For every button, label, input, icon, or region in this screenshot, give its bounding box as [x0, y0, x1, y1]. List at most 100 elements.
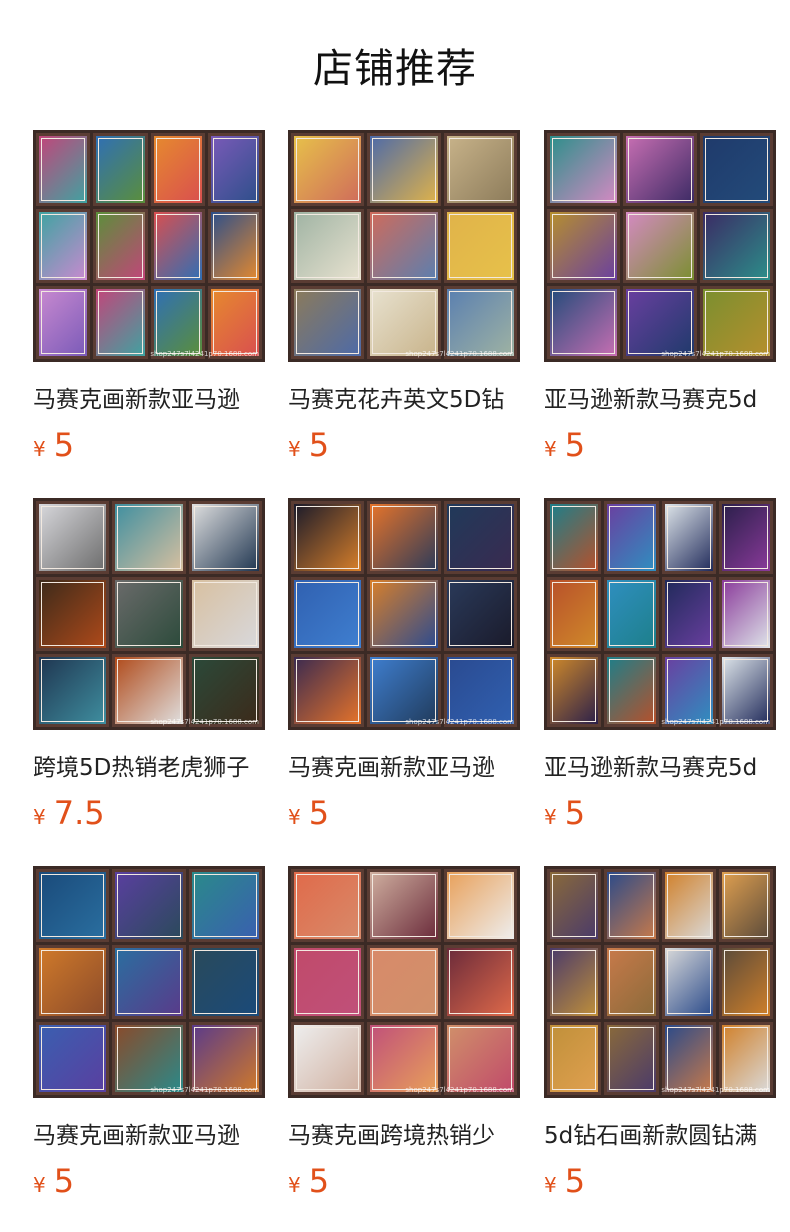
product-image-tile	[36, 133, 91, 207]
product-image-tile	[36, 577, 110, 651]
product-image[interactable]: shop247s7l4241p70.1688.com	[33, 866, 265, 1098]
product-image[interactable]: shop247s7l4241p70.1688.com	[33, 130, 265, 362]
product-image-tile	[718, 501, 773, 575]
price-value: 5	[53, 426, 75, 464]
watermark-text: shop247s7l4241p70.1688.com	[150, 718, 259, 726]
watermark-text: shop247s7l4241p70.1688.com	[661, 718, 770, 726]
product-image-tile	[547, 945, 602, 1019]
product-card[interactable]: shop247s7l4241p70.1688.com 马赛克花卉英文5D钻 ¥5	[288, 130, 523, 464]
product-image-tile	[547, 285, 621, 359]
product-image[interactable]: shop247s7l4241p70.1688.com	[544, 498, 776, 730]
product-image-tile	[93, 209, 148, 283]
product-image-tile	[188, 653, 262, 727]
product-image-tile	[291, 501, 365, 575]
product-image-tile	[547, 501, 602, 575]
product-image[interactable]: shop247s7l4241p70.1688.com	[33, 498, 265, 730]
product-image-tile	[547, 1021, 602, 1095]
product-image-tile	[367, 653, 441, 727]
product-image-tile	[367, 209, 441, 283]
product-image[interactable]: shop247s7l4241p70.1688.com	[544, 866, 776, 1098]
product-image-tile	[36, 653, 110, 727]
product-image-tile	[291, 1021, 365, 1095]
product-card[interactable]: shop247s7l4241p70.1688.com 亚马逊新款马赛克5d ¥5	[544, 130, 779, 464]
currency-symbol: ¥	[288, 437, 301, 461]
product-image-tile	[661, 869, 716, 943]
product-image-tile	[604, 577, 659, 651]
product-image-tile	[604, 869, 659, 943]
product-image-tile	[291, 133, 365, 207]
product-image-tile	[150, 285, 205, 359]
currency-symbol: ¥	[33, 1173, 46, 1197]
product-image-tile	[93, 133, 148, 207]
product-image-tile	[188, 945, 262, 1019]
product-image-tile	[661, 501, 716, 575]
product-image-tile	[207, 285, 262, 359]
product-card[interactable]: shop247s7l4241p70.1688.com 跨境5D热销老虎狮子 ¥7.5	[33, 498, 268, 832]
product-image-tile	[699, 209, 773, 283]
product-image-tile	[291, 869, 365, 943]
product-price: ¥5	[288, 794, 523, 832]
product-image-tile	[367, 133, 441, 207]
product-image-tile	[718, 653, 773, 727]
product-image[interactable]: shop247s7l4241p70.1688.com	[288, 130, 520, 362]
product-image-tile	[367, 577, 441, 651]
product-image-tile	[291, 577, 365, 651]
product-image[interactable]: shop247s7l4241p70.1688.com	[288, 498, 520, 730]
currency-symbol: ¥	[544, 1173, 557, 1197]
product-name[interactable]: 跨境5D热销老虎狮子	[33, 748, 268, 782]
watermark-text: shop247s7l4241p70.1688.com	[661, 350, 770, 358]
product-name[interactable]: 马赛克画新款亚马逊	[33, 380, 268, 414]
product-image-tile	[36, 1021, 110, 1095]
product-name[interactable]: 亚马逊新款马赛克5d	[544, 380, 779, 414]
product-name[interactable]: 马赛克画跨境热销少	[288, 1116, 523, 1150]
product-image-tile	[547, 577, 602, 651]
product-price: ¥5	[33, 1162, 268, 1200]
product-image-tile	[112, 869, 186, 943]
product-image-tile	[150, 209, 205, 283]
product-price: ¥5	[288, 1162, 523, 1200]
watermark-text: shop247s7l4241p70.1688.com	[150, 350, 259, 358]
product-name[interactable]: 马赛克花卉英文5D钻	[288, 380, 523, 414]
product-image-tile	[718, 945, 773, 1019]
product-image-tile	[443, 653, 517, 727]
product-image-tile	[547, 653, 602, 727]
product-card[interactable]: shop247s7l4241p70.1688.com 5d钻石画新款圆钻满 ¥5	[544, 866, 779, 1200]
product-image-tile	[367, 501, 441, 575]
product-card[interactable]: shop247s7l4241p70.1688.com 马赛克画新款亚马逊 ¥5	[33, 130, 268, 464]
product-price: ¥5	[544, 426, 779, 464]
currency-symbol: ¥	[288, 1173, 301, 1197]
price-value: 5	[53, 1162, 75, 1200]
product-image-tile	[93, 285, 148, 359]
product-image-tile	[718, 577, 773, 651]
price-value: 5	[308, 426, 330, 464]
product-card[interactable]: shop247s7l4241p70.1688.com 马赛克画新款亚马逊 ¥5	[33, 866, 268, 1200]
product-card[interactable]: shop247s7l4241p70.1688.com 马赛克画新款亚马逊 ¥5	[288, 498, 523, 832]
product-image-tile	[36, 945, 110, 1019]
product-image-tile	[36, 285, 91, 359]
product-card[interactable]: shop247s7l4241p70.1688.com 马赛克画跨境热销少 ¥5	[288, 866, 523, 1200]
product-image-tile	[112, 577, 186, 651]
product-image[interactable]: shop247s7l4241p70.1688.com	[544, 130, 776, 362]
product-image-tile	[443, 209, 517, 283]
product-image-tile	[661, 945, 716, 1019]
product-name[interactable]: 5d钻石画新款圆钻满	[544, 1116, 779, 1150]
product-image-tile	[699, 285, 773, 359]
product-card[interactable]: shop247s7l4241p70.1688.com 亚马逊新款马赛克5d ¥5	[544, 498, 779, 832]
product-image-tile	[443, 133, 517, 207]
product-image-tile	[291, 209, 365, 283]
product-image-tile	[604, 945, 659, 1019]
product-image-tile	[443, 945, 517, 1019]
product-image-tile	[367, 1021, 441, 1095]
product-image-tile	[367, 945, 441, 1019]
price-value: 5	[308, 794, 330, 832]
product-image-tile	[604, 501, 659, 575]
product-image-tile	[112, 945, 186, 1019]
product-image[interactable]: shop247s7l4241p70.1688.com	[288, 866, 520, 1098]
product-image-tile	[443, 869, 517, 943]
product-image-tile	[112, 653, 186, 727]
product-name[interactable]: 马赛克画新款亚马逊	[33, 1116, 268, 1150]
product-name[interactable]: 亚马逊新款马赛克5d	[544, 748, 779, 782]
product-image-tile	[718, 1021, 773, 1095]
product-image-tile	[547, 869, 602, 943]
product-name[interactable]: 马赛克画新款亚马逊	[288, 748, 523, 782]
